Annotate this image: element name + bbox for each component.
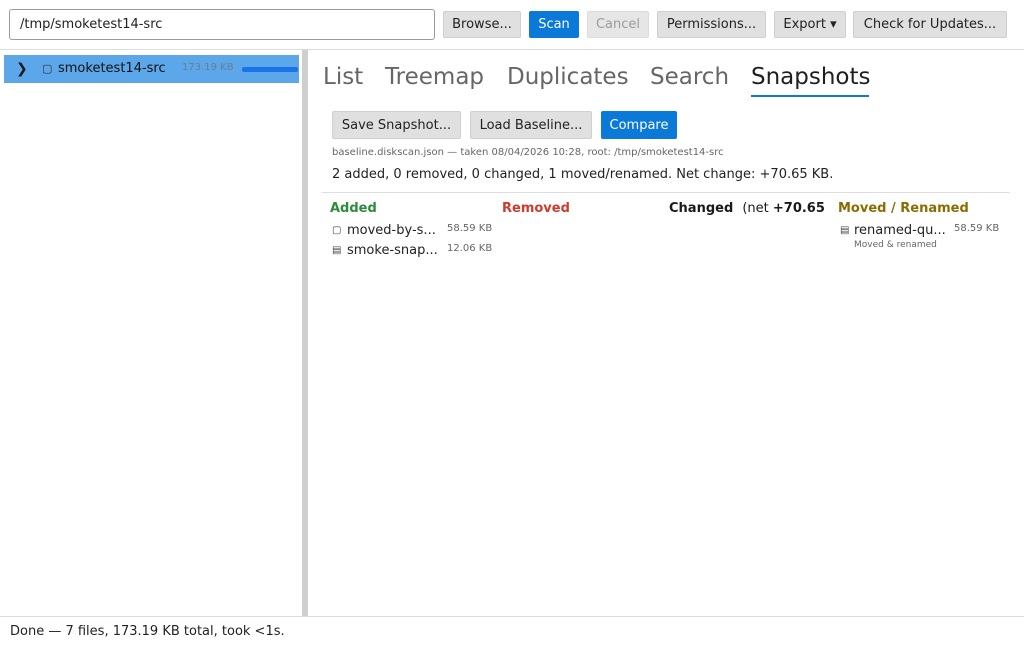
chevron-right-icon[interactable]: ❯ [16, 60, 28, 78]
changed-net-value: +70.65 [772, 201, 825, 216]
file-icon: ▢ [42, 62, 53, 75]
baseline-info: baseline.diskscan.json — taken 08/04/202… [332, 147, 724, 158]
document-icon: ▤ [840, 225, 850, 236]
tab-treemap[interactable]: Treemap [385, 62, 484, 92]
path-input[interactable] [9, 9, 435, 40]
browse-button[interactable]: Browse... [443, 11, 521, 38]
changed-net-prefix: (net [742, 201, 773, 216]
export-button[interactable]: Export ▾ [774, 11, 846, 38]
toolbar: Browse... Scan Cancel Permissions... Exp… [0, 0, 1024, 50]
added-column-header: Added [330, 201, 377, 216]
added-item-size: 58.59 KB [447, 223, 493, 234]
tab-snapshots[interactable]: Snapshots [751, 62, 871, 92]
moved-item-note: Moved & renamed [854, 240, 937, 250]
changed-label: Changed [669, 201, 734, 216]
scan-button[interactable]: Scan [529, 11, 579, 38]
cancel-button[interactable]: Cancel [587, 11, 649, 38]
tab-duplicates[interactable]: Duplicates [507, 62, 629, 92]
moved-item-size: 58.59 KB [954, 223, 1000, 234]
moved-item-name[interactable]: renamed-qu... [854, 223, 946, 239]
added-item-name[interactable]: moved-by-s... [347, 223, 436, 239]
status-bar: Done — 7 files, 173.19 KB total, took <1… [0, 616, 1024, 645]
tab-search[interactable]: Search [650, 62, 729, 92]
size-bar [242, 67, 298, 72]
removed-column-header: Removed [502, 201, 570, 216]
content-pane: List Treemap Duplicates Search Snapshots… [308, 50, 1024, 616]
tree-item-name: smoketest14-src [58, 61, 166, 76]
added-item-name[interactable]: smoke-snap... [347, 243, 438, 259]
diff-summary: 2 added, 0 removed, 0 changed, 1 moved/r… [332, 167, 834, 182]
tree-row[interactable]: ❯ ▢ smoketest14-src 173.19 KB [4, 55, 299, 83]
moved-column-header: Moved / Renamed [838, 201, 969, 216]
active-tab-indicator [751, 95, 869, 97]
load-baseline-button[interactable]: Load Baseline... [470, 111, 592, 139]
size-bar-fill [242, 67, 298, 72]
save-snapshot-button[interactable]: Save Snapshot... [332, 111, 461, 139]
added-item-size: 12.06 KB [447, 243, 493, 254]
check-updates-button[interactable]: Check for Updates... [853, 11, 1007, 38]
document-icon: ▤ [332, 245, 342, 256]
changed-column-header: Changed (net +70.65 [669, 200, 825, 218]
file-icon: ▢ [332, 225, 342, 236]
divider [322, 192, 1010, 193]
tree-item-size: 173.19 KB [182, 62, 234, 73]
tab-list[interactable]: List [323, 62, 363, 92]
permissions-button[interactable]: Permissions... [657, 11, 766, 38]
tree-pane: ❯ ▢ smoketest14-src 173.19 KB [0, 50, 302, 616]
status-text: Done — 7 files, 173.19 KB total, took <1… [10, 624, 285, 639]
compare-button[interactable]: Compare [601, 111, 677, 139]
